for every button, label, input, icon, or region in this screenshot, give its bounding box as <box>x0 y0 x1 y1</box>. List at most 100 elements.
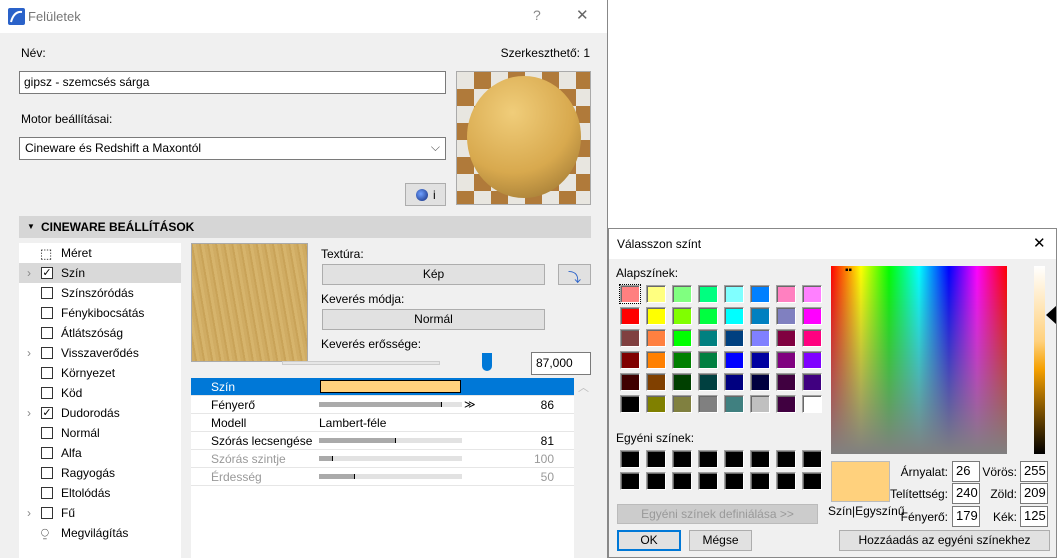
luminance-arrow-icon[interactable] <box>1046 306 1056 324</box>
ok-button[interactable]: OK <box>617 530 681 551</box>
basic-color-swatch[interactable] <box>802 395 822 413</box>
close-button[interactable]: ✕ <box>576 6 589 24</box>
engine-select[interactable]: Cineware és Redshift a Maxontól ⌵ <box>19 137 446 160</box>
green-input[interactable]: 209 <box>1020 483 1048 504</box>
basic-color-swatch[interactable] <box>646 373 666 391</box>
basic-color-swatch[interactable] <box>724 329 744 347</box>
custom-color-swatch[interactable] <box>646 472 666 490</box>
slider-thumb[interactable] <box>482 353 492 371</box>
custom-color-swatch[interactable] <box>724 450 744 468</box>
basic-color-swatch[interactable] <box>776 285 796 303</box>
basic-color-swatch[interactable] <box>724 285 744 303</box>
texture-image-button[interactable]: Kép <box>322 264 545 285</box>
double-chevron-icon[interactable]: ≫ <box>464 396 476 414</box>
checkbox[interactable] <box>41 447 53 459</box>
basic-color-swatch[interactable] <box>750 307 770 325</box>
basic-color-swatch[interactable] <box>724 395 744 413</box>
basic-color-swatch[interactable] <box>646 307 666 325</box>
basic-color-swatch[interactable] <box>620 373 640 391</box>
color-dialog-close-button[interactable]: ✕ <box>1033 234 1046 252</box>
checkbox[interactable] <box>41 327 53 339</box>
blend-strength-slider[interactable] <box>282 353 492 371</box>
basic-color-swatch[interactable] <box>802 307 822 325</box>
blue-input[interactable]: 125 <box>1020 506 1048 527</box>
blend-mode-button[interactable]: Normál <box>322 309 545 330</box>
basic-color-swatch[interactable] <box>620 395 640 413</box>
checkbox[interactable] <box>41 487 53 499</box>
red-input[interactable]: 255 <box>1020 461 1048 482</box>
basic-color-swatch[interactable] <box>672 285 692 303</box>
custom-color-swatch[interactable] <box>750 450 770 468</box>
engine-info-button[interactable]: i <box>405 183 446 206</box>
property-bar[interactable] <box>319 474 462 479</box>
color-swatch[interactable] <box>320 380 461 393</box>
add-to-custom-colors-button[interactable]: Hozzáadás az egyéni színekhez <box>839 530 1050 551</box>
property-row[interactable]: Fényerő ≫ 86 <box>191 396 574 414</box>
texture-thumbnail[interactable] <box>191 243 308 362</box>
basic-color-swatch[interactable] <box>750 285 770 303</box>
property-bar[interactable] <box>319 438 462 443</box>
basic-color-swatch[interactable] <box>802 373 822 391</box>
basic-color-swatch[interactable] <box>776 307 796 325</box>
basic-color-swatch[interactable] <box>802 285 822 303</box>
scroll-up-icon[interactable]: ︿ <box>578 379 589 395</box>
basic-color-swatch[interactable] <box>620 307 640 325</box>
checkbox[interactable] <box>41 467 53 479</box>
basic-color-swatch[interactable] <box>698 307 718 325</box>
basic-color-swatch[interactable] <box>776 351 796 369</box>
basic-color-swatch[interactable] <box>672 351 692 369</box>
checkbox[interactable] <box>41 347 53 359</box>
basic-color-swatch[interactable] <box>646 329 666 347</box>
checkbox[interactable] <box>41 287 53 299</box>
basic-color-swatch[interactable] <box>672 373 692 391</box>
basic-color-swatch[interactable] <box>698 329 718 347</box>
checkbox[interactable] <box>41 307 53 319</box>
tree-item[interactable]: Alfa <box>19 443 181 463</box>
basic-color-swatch[interactable] <box>672 329 692 347</box>
custom-color-swatch[interactable] <box>724 472 744 490</box>
tree-item[interactable]: Köd <box>19 383 181 403</box>
saturation-input[interactable]: 240 <box>952 483 980 504</box>
tree-item[interactable]: › ✓ Dudorodás <box>19 403 181 423</box>
tree-item[interactable]: › Visszaverődés <box>19 343 181 363</box>
name-input[interactable]: gipsz - szemcsés sárga <box>19 71 446 94</box>
basic-color-swatch[interactable] <box>802 351 822 369</box>
custom-color-swatch[interactable] <box>776 472 796 490</box>
checkbox[interactable] <box>41 507 53 519</box>
basic-color-swatch[interactable] <box>724 351 744 369</box>
basic-color-swatch[interactable] <box>698 285 718 303</box>
tree-item[interactable]: Környezet <box>19 363 181 383</box>
chevron-right-icon[interactable]: › <box>27 503 31 523</box>
solid-color-label[interactable]: Szín|Egyszínű <box>828 504 905 518</box>
basic-color-swatch[interactable] <box>672 395 692 413</box>
checkbox[interactable]: ✓ <box>41 267 53 279</box>
basic-color-swatch[interactable] <box>646 395 666 413</box>
basic-color-swatch[interactable] <box>750 395 770 413</box>
property-bar[interactable] <box>319 456 462 461</box>
chevron-right-icon[interactable]: › <box>27 343 31 363</box>
basic-color-swatch[interactable] <box>750 329 770 347</box>
property-bar[interactable] <box>319 402 462 407</box>
tree-item[interactable]: Színszóródás <box>19 283 181 303</box>
tree-item[interactable]: ⬚ Méret <box>19 243 181 263</box>
basic-color-swatch[interactable] <box>698 395 718 413</box>
property-row[interactable]: Szórás szintje 100 <box>191 450 574 468</box>
checkbox[interactable]: ✓ <box>41 407 53 419</box>
tree-item[interactable]: › ✓ Szín <box>19 263 181 283</box>
custom-color-swatch[interactable] <box>620 472 640 490</box>
basic-color-swatch[interactable] <box>646 351 666 369</box>
custom-color-swatch[interactable] <box>802 472 822 490</box>
cancel-button[interactable]: Mégse <box>689 530 752 551</box>
custom-color-swatch[interactable] <box>672 472 692 490</box>
blend-strength-input[interactable]: 87,000 <box>531 352 591 375</box>
custom-color-swatch[interactable] <box>698 450 718 468</box>
tree-item[interactable]: ⍜ Megvilágítás <box>19 523 181 543</box>
basic-color-swatch[interactable] <box>750 351 770 369</box>
hue-input[interactable]: 26 <box>952 461 980 482</box>
basic-color-swatch[interactable] <box>776 373 796 391</box>
basic-color-swatch[interactable] <box>620 329 640 347</box>
basic-color-swatch[interactable] <box>750 373 770 391</box>
checkbox[interactable] <box>41 427 53 439</box>
basic-color-swatch[interactable] <box>776 329 796 347</box>
color-spectrum[interactable]: ▪▪ <box>831 266 1007 454</box>
